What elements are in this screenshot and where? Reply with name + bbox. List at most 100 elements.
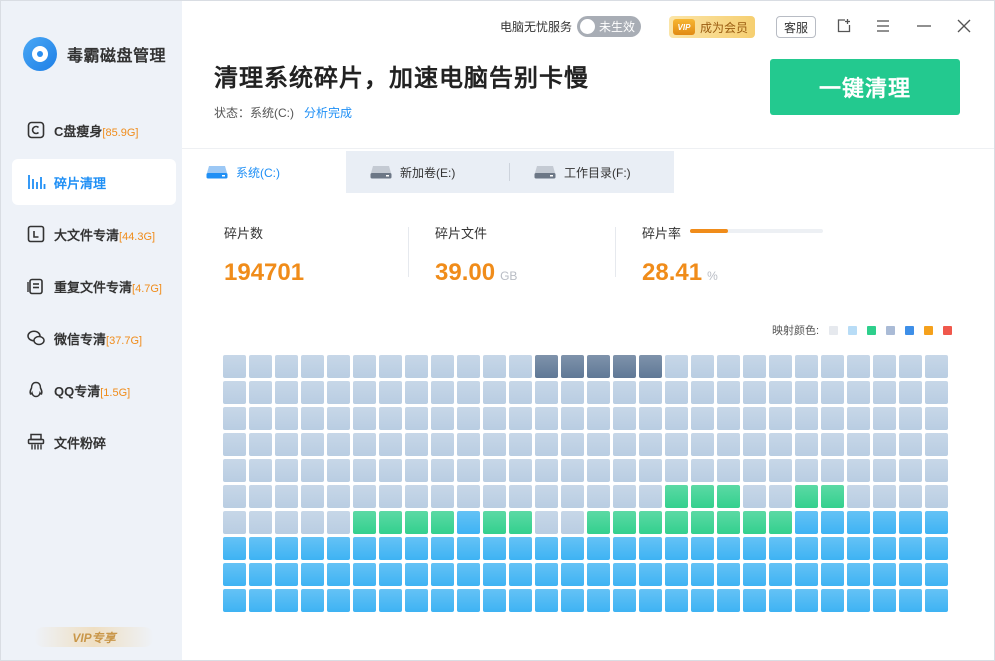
minimize-icon[interactable]	[915, 17, 933, 35]
fragment-cell	[717, 407, 740, 430]
fragment-cell	[379, 563, 402, 586]
fragment-cell	[639, 563, 662, 586]
sidebar-item-label: C盘瘦身	[54, 123, 103, 139]
fragment-cell	[665, 589, 688, 612]
fragment-cell	[639, 485, 662, 508]
fragment-cell	[743, 485, 766, 508]
fragment-cell	[665, 355, 688, 378]
fragment-cell	[457, 537, 480, 560]
fragment-cell	[483, 459, 506, 482]
fragment-cell	[535, 485, 558, 508]
fragment-cell	[223, 589, 246, 612]
fragment-cell	[873, 355, 896, 378]
fragment-cell	[327, 355, 350, 378]
fragment-cell	[509, 355, 532, 378]
sidebar-item-badge: [44.3G]	[119, 230, 156, 243]
fragment-cell	[457, 459, 480, 482]
fragment-cell	[327, 381, 350, 404]
fragment-cell	[665, 511, 688, 534]
sidebar-item-badge: [37.7G]	[106, 334, 143, 347]
fragment-cell	[379, 511, 402, 534]
sidebar-item-qq[interactable]: QQ专清[1.5G]	[12, 367, 176, 413]
tab-system-c[interactable]: 系统(C:)	[182, 151, 346, 193]
fragment-cell	[535, 563, 558, 586]
fragment-cell	[379, 459, 402, 482]
fragment-cell	[301, 563, 324, 586]
fragment-cell	[795, 485, 818, 508]
service-toggle[interactable]: 未生效	[577, 16, 641, 37]
fragment-cell	[379, 381, 402, 404]
sidebar-item-fragment[interactable]: 碎片清理	[12, 159, 176, 205]
stat-fragment-files: 碎片文件 39.00 GB	[435, 223, 517, 287]
fragment-cell	[795, 381, 818, 404]
close-icon[interactable]	[955, 17, 973, 35]
fragment-cell	[925, 407, 948, 430]
fragment-cell	[249, 537, 272, 560]
tab-new-volume-e[interactable]: 新加卷(E:)	[346, 151, 510, 193]
fragment-cell	[873, 589, 896, 612]
fragment-cell	[249, 433, 272, 456]
fragment-cell	[431, 485, 454, 508]
fragment-cell	[249, 589, 272, 612]
fragment-cell	[405, 563, 428, 586]
stat-divider	[615, 227, 616, 277]
sidebar-item-wechat[interactable]: 微信专清[37.7G]	[12, 315, 176, 361]
fragment-cell	[613, 381, 636, 404]
feedback-icon[interactable]	[835, 17, 853, 35]
qq-icon	[25, 379, 47, 401]
fragment-cell	[509, 589, 532, 612]
fragment-cell	[639, 537, 662, 560]
fragment-cell	[847, 563, 870, 586]
fragment-cell	[483, 407, 506, 430]
fragment-cell	[509, 563, 532, 586]
fragment-cell	[613, 485, 636, 508]
fragment-cell	[353, 459, 376, 482]
fragment-cell	[275, 485, 298, 508]
tab-work-dir-f[interactable]: 工作目录(F:)	[510, 151, 674, 193]
divider	[182, 148, 994, 149]
fragment-cell	[899, 511, 922, 534]
fragment-cell	[873, 563, 896, 586]
fragment-cell	[561, 485, 584, 508]
vip-exclusive-banner[interactable]: VIP专享	[34, 627, 154, 647]
sidebar-item-large-file[interactable]: 大文件专清[44.3G]	[12, 211, 176, 257]
status-drive: 系统(C:)	[250, 106, 295, 120]
app-window: 毒霸磁盘管理 C盘瘦身[85.9G] 碎片清理 大文件专清[44.3G] 重复文…	[0, 0, 995, 661]
color-legend: 映射颜色:	[772, 322, 953, 338]
fragment-cell	[535, 355, 558, 378]
fragment-cell	[613, 511, 636, 534]
fragment-cell	[613, 407, 636, 430]
fragment-cell	[665, 537, 688, 560]
fragment-cell	[379, 433, 402, 456]
fragment-cell	[743, 381, 766, 404]
fragment-cell	[223, 459, 246, 482]
fragment-cell	[223, 537, 246, 560]
fragment-cell	[717, 433, 740, 456]
app-name: 毒霸磁盘管理	[67, 48, 167, 65]
sidebar-item-duplicate[interactable]: 重复文件专清[4.7G]	[12, 263, 176, 309]
menu-icon[interactable]	[874, 17, 892, 35]
fragment-cell	[561, 355, 584, 378]
drive-icon	[206, 165, 228, 179]
wechat-icon	[25, 327, 47, 349]
fragment-cell	[275, 537, 298, 560]
fragment-cell	[431, 511, 454, 534]
one-click-clean-button[interactable]: 一键清理	[770, 59, 960, 115]
fragment-cell	[561, 537, 584, 560]
sidebar: 毒霸磁盘管理 C盘瘦身[85.9G] 碎片清理 大文件专清[44.3G] 重复文…	[1, 1, 182, 660]
service-label: 电脑无忧服务	[500, 20, 573, 34]
fragment-cell	[301, 511, 324, 534]
sidebar-item-c-drive[interactable]: C盘瘦身[85.9G]	[12, 107, 176, 153]
fragment-cell	[249, 355, 272, 378]
customer-service-button[interactable]: 客服	[776, 16, 816, 38]
fragment-cell	[717, 355, 740, 378]
fragment-cell	[873, 381, 896, 404]
fragment-cell	[691, 589, 714, 612]
fragment-cell	[873, 537, 896, 560]
fragment-cell	[847, 485, 870, 508]
become-member-button[interactable]: VIP 成为会员	[669, 16, 755, 38]
fragment-cell	[353, 355, 376, 378]
fragment-cell	[327, 485, 350, 508]
sidebar-item-shredder[interactable]: 文件粉碎	[12, 419, 176, 465]
fragment-cell	[925, 355, 948, 378]
